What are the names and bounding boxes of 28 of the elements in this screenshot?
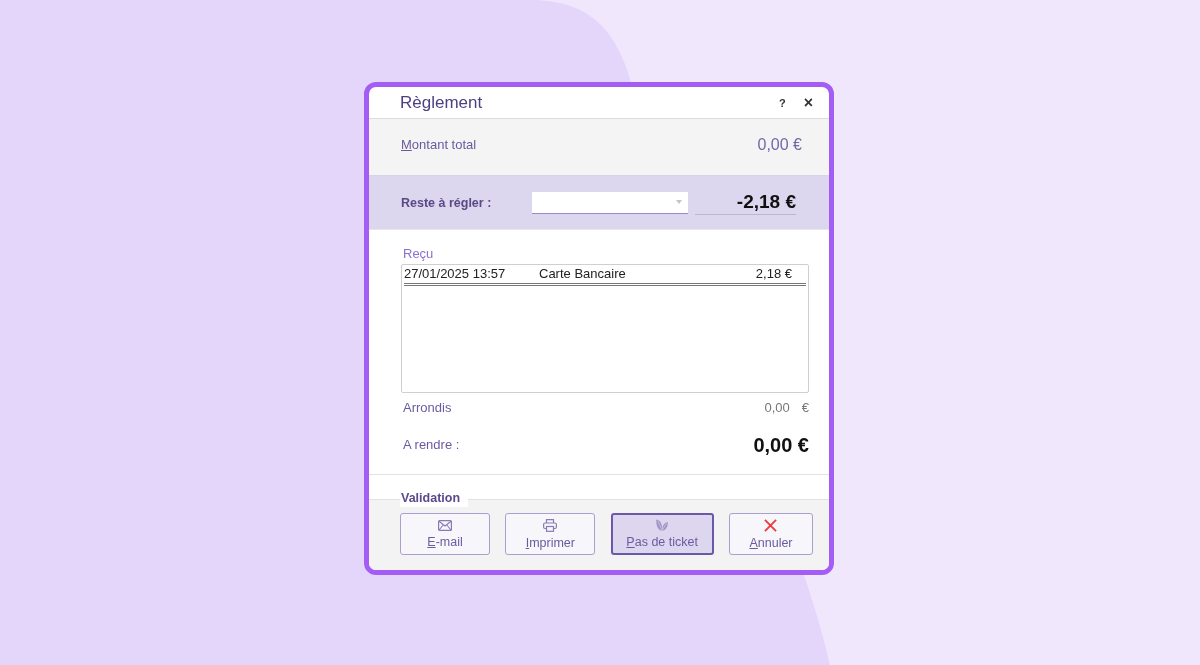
printer-icon (543, 518, 558, 532)
caret-icon (676, 200, 682, 204)
help-button[interactable]: ? (774, 94, 790, 111)
close-button[interactable]: × (799, 94, 817, 111)
payment-method: Carte Bancaire (539, 266, 627, 283)
rounding-amount: 0,00 (764, 400, 790, 415)
rounding-label: Arrondis (403, 400, 452, 415)
envelope-icon (438, 519, 452, 531)
cancel-button[interactable]: Annuler (729, 513, 813, 555)
payment-amount: 2,18 € (755, 266, 793, 283)
leaf-icon (656, 519, 669, 531)
email-button[interactable]: E-mail (400, 513, 490, 555)
change-due-amount: 0,00 € (753, 434, 809, 457)
total-label: Montant total (401, 137, 477, 152)
remaining-amount-field[interactable]: -2,18 € (695, 190, 796, 215)
received-label: Reçu (403, 246, 435, 261)
payment-method-dropdown[interactable] (532, 191, 688, 214)
received-payments-list[interactable]: 27/01/2025 13:57 Carte Bancaire 2,18 € (401, 264, 809, 393)
remaining-label: Reste à régler : (401, 195, 493, 210)
print-button[interactable]: Imprimer (505, 513, 596, 555)
rounding-currency: € (801, 400, 809, 415)
payment-date: 27/01/2025 13:57 (404, 266, 507, 283)
total-amount: 0,00 € (757, 135, 802, 154)
validation-legend: Validation (400, 490, 469, 507)
no-ticket-button[interactable]: Pas de ticket (610, 513, 714, 555)
cross-icon (764, 518, 778, 532)
window-title: Règlement (400, 92, 483, 113)
change-due-label: A rendre : (403, 437, 460, 452)
